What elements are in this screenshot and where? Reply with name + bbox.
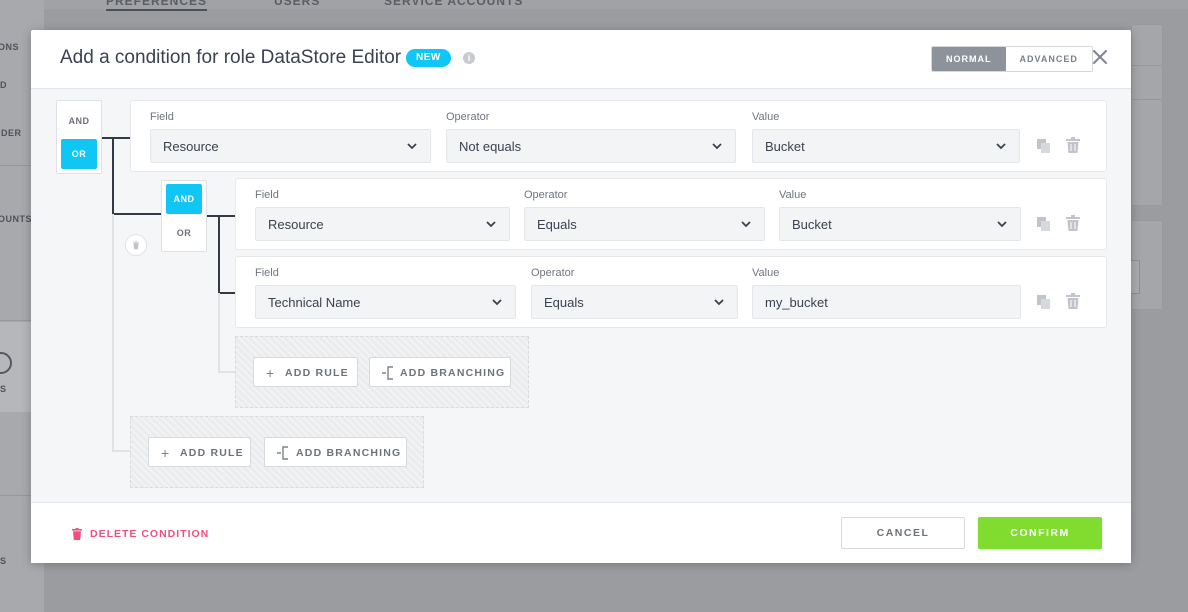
mode-advanced-button[interactable]: ADVANCED (1005, 47, 1092, 71)
root-rule-card: Field Resource Operator Not equals Value… (130, 100, 1107, 172)
value-select[interactable]: Bucket (779, 207, 1021, 241)
field-label: Field (150, 111, 174, 123)
condition-builder: AND OR Field Resource Operator Not equal… (31, 89, 1131, 502)
bg-sidebar-label: ONS (0, 42, 20, 52)
root-add-area: + ADD RULE ADD BRANCHING (130, 416, 424, 488)
trash-icon[interactable] (1066, 137, 1080, 153)
chevron-down-icon (997, 221, 1007, 228)
bg-card (1131, 24, 1163, 206)
modal-title: Add a condition for role DataStore Edito… (60, 47, 402, 68)
bg-tab-service-accounts: SERVICE ACCOUNTS (384, 0, 524, 8)
trash-icon[interactable] (1066, 293, 1080, 309)
operator-label: Operator (524, 189, 568, 201)
trash-icon (72, 528, 82, 540)
chevron-down-icon (712, 143, 722, 150)
modal-header: Add a condition for role DataStore Edito… (31, 30, 1131, 89)
chevron-down-icon (996, 143, 1006, 150)
value-input[interactable]: my_bucket (752, 285, 1021, 319)
chevron-down-icon (486, 221, 496, 228)
add-branching-button[interactable]: ADD BRANCHING (264, 437, 407, 467)
root-and-option[interactable]: AND (61, 106, 97, 136)
field-select[interactable]: Resource (150, 129, 431, 163)
operator-value: Equals (537, 217, 577, 232)
chevron-down-icon (741, 221, 751, 228)
branch-icon (382, 358, 394, 390)
delete-group-icon[interactable] (125, 234, 147, 256)
value-select[interactable]: Bucket (752, 129, 1020, 163)
mode-normal-button[interactable]: NORMAL (932, 47, 1006, 71)
field-select[interactable]: Technical Name (255, 285, 516, 319)
plus-icon: + (266, 365, 276, 381)
group-add-rule-button[interactable]: + ADD RULE (253, 357, 358, 387)
duplicate-icon[interactable] (1036, 216, 1052, 232)
operator-select[interactable]: Equals (531, 285, 738, 319)
confirm-button[interactable]: CONFIRM (978, 517, 1102, 549)
add-rule-button[interactable]: + ADD RULE (148, 437, 251, 467)
duplicate-icon[interactable] (1036, 138, 1052, 154)
field-label: Field (255, 267, 279, 279)
group-rule-card: Field Resource Operator Equals Value Buc… (235, 178, 1107, 250)
root-or-option[interactable]: OR (61, 139, 97, 169)
field-select[interactable]: Resource (255, 207, 510, 241)
value-label: Value (752, 111, 780, 123)
group-rule-card: Field Technical Name Operator Equals Val… (235, 256, 1107, 328)
bg-sidebar-label: S (0, 384, 7, 394)
operator-label: Operator (446, 111, 490, 123)
field-value: Resource (268, 217, 324, 232)
bg-sidebar-label: D (0, 80, 7, 90)
operator-value: Equals (544, 295, 584, 310)
group-add-branching-button[interactable]: ADD BRANCHING (369, 357, 511, 387)
cancel-button[interactable]: CANCEL (841, 517, 965, 549)
group-and-option[interactable]: AND (166, 184, 202, 214)
value-label: Value (752, 267, 780, 279)
operator-value: Not equals (459, 139, 522, 154)
delete-condition-button[interactable]: DELETE CONDITION (72, 527, 209, 541)
delete-condition-label: DELETE CONDITION (90, 528, 210, 540)
root-and-or-selector: AND OR (56, 100, 102, 174)
value-value: my_bucket (765, 295, 828, 310)
trash-icon[interactable] (1066, 215, 1080, 231)
chevron-down-icon (714, 299, 724, 306)
duplicate-icon[interactable] (1036, 294, 1052, 310)
new-badge: NEW (406, 49, 451, 67)
field-value: Resource (163, 139, 219, 154)
chevron-down-icon (407, 143, 417, 150)
group-or-option[interactable]: OR (166, 218, 202, 248)
chevron-down-icon (492, 299, 502, 306)
value-value: Bucket (792, 217, 832, 232)
bg-tab-preferences: PREFERENCES (106, 0, 208, 11)
operator-label: Operator (531, 267, 575, 279)
info-icon[interactable]: i (463, 52, 475, 64)
bg-sidebar-label: S (0, 556, 7, 566)
operator-select[interactable]: Not equals (446, 129, 736, 163)
condition-modal: Add a condition for role DataStore Edito… (31, 30, 1131, 563)
group-and-or-selector: AND OR (161, 180, 207, 252)
close-icon[interactable] (1091, 46, 1109, 68)
bg-tab-users: USERS (274, 0, 321, 8)
modal-footer: DELETE CONDITION CANCEL CONFIRM (31, 502, 1131, 563)
value-label: Value (779, 189, 807, 201)
bg-tab-bar: PREFERENCES USERS SERVICE ACCOUNTS (44, 0, 1188, 11)
plus-icon: + (161, 445, 171, 461)
group-add-area: + ADD RULE ADD BRANCHING (235, 336, 529, 408)
value-value: Bucket (765, 139, 805, 154)
operator-select[interactable]: Equals (524, 207, 765, 241)
bg-sidebar-label: IDER (0, 128, 22, 138)
branch-icon (277, 438, 289, 470)
bg-sidebar-label: OUNTS (0, 214, 32, 224)
field-label: Field (255, 189, 279, 201)
field-value: Technical Name (268, 295, 361, 310)
mode-toggle: NORMAL ADVANCED (931, 46, 1093, 72)
